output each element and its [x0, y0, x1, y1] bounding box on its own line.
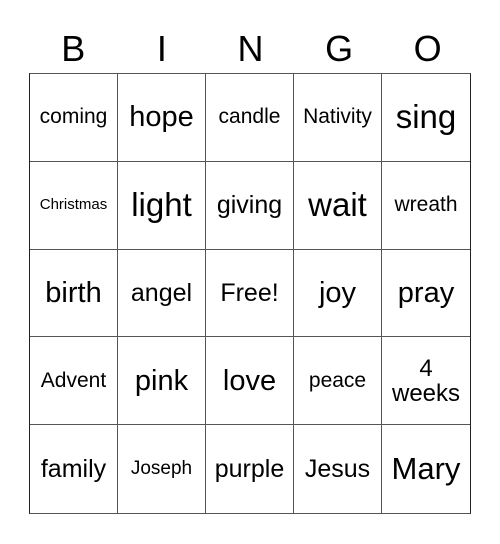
bingo-cell[interactable]: Nativity [294, 74, 382, 162]
header-letter-n: N [237, 28, 264, 69]
header-letter-b: B [61, 28, 86, 69]
bingo-cell[interactable]: 4 weeks [382, 337, 470, 426]
bingo-grid: coming hope candle Nativity sing Christm… [29, 73, 471, 514]
bingo-cell[interactable]: pink [118, 337, 206, 426]
bingo-cell[interactable]: coming [30, 74, 118, 162]
bingo-cell[interactable]: purple [206, 425, 294, 513]
header-letter-o: O [413, 28, 442, 69]
bingo-cell[interactable]: giving [206, 161, 294, 250]
bingo-cell[interactable]: Mary [382, 425, 470, 513]
bingo-cell[interactable]: Joseph [118, 425, 206, 513]
bingo-header: B I N G O [29, 26, 472, 72]
bingo-cell[interactable]: sing [382, 74, 470, 162]
bingo-cell[interactable]: angel [118, 249, 206, 338]
bingo-cell[interactable]: hope [118, 74, 206, 162]
bingo-cell[interactable]: peace [294, 337, 382, 426]
bingo-cell[interactable]: family [30, 425, 118, 513]
bingo-cell[interactable]: Christmas [30, 161, 118, 250]
bingo-cell[interactable]: Advent [30, 337, 118, 426]
bingo-cell[interactable]: Jesus [294, 425, 382, 513]
bingo-cell[interactable]: wait [294, 161, 382, 250]
free-space-cell[interactable]: Free! [206, 249, 294, 338]
bingo-cell[interactable]: light [118, 161, 206, 250]
bingo-cell[interactable]: pray [382, 250, 470, 338]
bingo-cell[interactable]: candle [206, 74, 294, 162]
bingo-cell[interactable]: birth [30, 249, 118, 338]
header-letter-g: G [325, 28, 354, 69]
header-letter-i: I [156, 28, 167, 69]
bingo-cell[interactable]: wreath [382, 162, 470, 250]
bingo-cell[interactable]: love [206, 337, 294, 426]
bingo-cell[interactable]: joy [294, 249, 382, 338]
